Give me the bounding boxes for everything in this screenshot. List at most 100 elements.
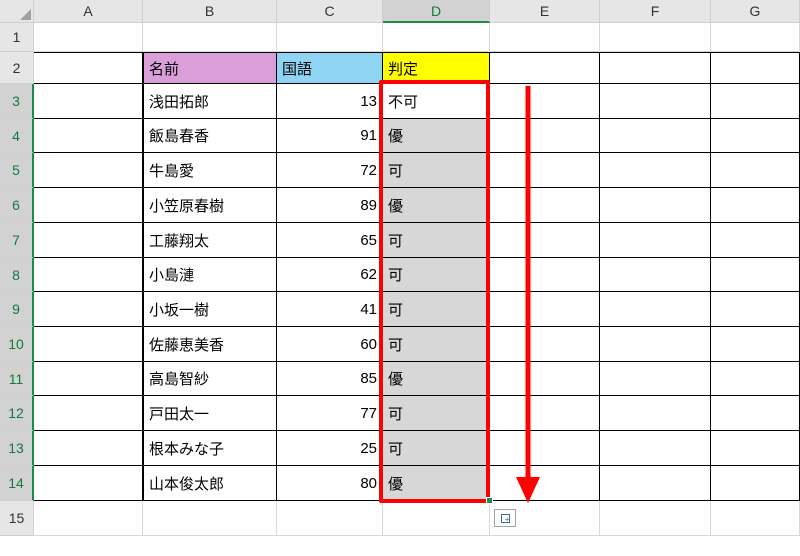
cell-E4[interactable] [490,119,600,153]
cell-B14[interactable]: 山本俊太郎 [143,466,277,501]
cell-A4[interactable] [34,119,143,153]
cell-F5[interactable] [600,153,711,188]
cell-C8[interactable]: 62 [277,258,383,292]
cell-D4[interactable]: 優 [383,119,490,153]
cell-F10[interactable] [600,327,711,362]
cell-D10[interactable]: 可 [383,327,490,362]
spreadsheet[interactable]: A B C D E F G 123456789101112131415 名前国語… [0,0,800,556]
fill-handle[interactable] [486,497,493,504]
grid-area[interactable]: 名前国語判定浅田拓郎13不可飯島春香91優牛島愛72可小笠原春樹89優工藤翔太6… [34,23,800,536]
cell-E12[interactable] [490,396,600,431]
cell-B10[interactable]: 佐藤恵美香 [143,327,277,362]
cell-A8[interactable] [34,258,143,292]
row-header-8[interactable]: 8 [0,258,34,292]
cell-G5[interactable] [711,153,800,188]
cell-E7[interactable] [490,223,600,258]
cell-A13[interactable] [34,431,143,466]
cell-D13[interactable]: 可 [383,431,490,466]
row-header-13[interactable]: 13 [0,431,34,466]
cell-D7[interactable]: 可 [383,223,490,258]
cell-F8[interactable] [600,258,711,292]
cell-A2[interactable] [34,52,143,84]
cell-E14[interactable] [490,466,600,501]
cell-D9[interactable]: 可 [383,292,490,327]
cell-C7[interactable]: 65 [277,223,383,258]
cell-C11[interactable]: 85 [277,362,383,396]
cell-B2[interactable]: 名前 [143,52,277,84]
select-all-corner[interactable] [0,0,34,23]
cell-D11[interactable]: 優 [383,362,490,396]
cell-C12[interactable]: 77 [277,396,383,431]
cell-A5[interactable] [34,153,143,188]
cell-D6[interactable]: 優 [383,188,490,223]
cell-A15[interactable] [34,501,143,536]
cell-G10[interactable] [711,327,800,362]
cell-C6[interactable]: 89 [277,188,383,223]
autofill-options-button[interactable]: + [494,509,516,527]
cell-E9[interactable] [490,292,600,327]
cell-A14[interactable] [34,466,143,501]
cell-G8[interactable] [711,258,800,292]
cell-G13[interactable] [711,431,800,466]
cell-G11[interactable] [711,362,800,396]
cell-C2[interactable]: 国語 [277,52,383,84]
row-header-6[interactable]: 6 [0,188,34,223]
cell-F3[interactable] [600,84,711,119]
row-header-10[interactable]: 10 [0,327,34,362]
cell-F4[interactable] [600,119,711,153]
row-header-11[interactable]: 11 [0,362,34,396]
row-header-9[interactable]: 9 [0,292,34,327]
cell-E1[interactable] [490,23,600,52]
cell-F9[interactable] [600,292,711,327]
cell-D1[interactable] [383,23,490,52]
cell-A12[interactable] [34,396,143,431]
row-header-2[interactable]: 2 [0,52,34,84]
cell-B6[interactable]: 小笠原春樹 [143,188,277,223]
cell-C15[interactable] [277,501,383,536]
col-header-D[interactable]: D [383,0,490,23]
cell-A1[interactable] [34,23,143,52]
col-header-B[interactable]: B [143,0,277,23]
cell-A10[interactable] [34,327,143,362]
cell-G9[interactable] [711,292,800,327]
row-header-12[interactable]: 12 [0,396,34,431]
cell-A9[interactable] [34,292,143,327]
cell-B9[interactable]: 小坂一樹 [143,292,277,327]
cell-A6[interactable] [34,188,143,223]
col-header-E[interactable]: E [490,0,600,23]
cell-G12[interactable] [711,396,800,431]
col-header-F[interactable]: F [600,0,711,23]
cell-G4[interactable] [711,119,800,153]
col-header-G[interactable]: G [711,0,800,23]
row-header-5[interactable]: 5 [0,153,34,188]
cell-D8[interactable]: 可 [383,258,490,292]
cell-B11[interactable]: 高島智紗 [143,362,277,396]
cell-F1[interactable] [600,23,711,52]
cell-B13[interactable]: 根本みな子 [143,431,277,466]
row-header-7[interactable]: 7 [0,223,34,258]
cell-B8[interactable]: 小島漣 [143,258,277,292]
cell-F12[interactable] [600,396,711,431]
cell-E13[interactable] [490,431,600,466]
cell-E5[interactable] [490,153,600,188]
cell-B1[interactable] [143,23,277,52]
cell-A7[interactable] [34,223,143,258]
cell-D3[interactable]: 不可 [383,84,490,119]
cell-C14[interactable]: 80 [277,466,383,501]
cell-B15[interactable] [143,501,277,536]
cell-E10[interactable] [490,327,600,362]
cell-D15[interactable] [383,501,490,536]
cell-F13[interactable] [600,431,711,466]
cell-E2[interactable] [490,52,600,84]
cell-B7[interactable]: 工藤翔太 [143,223,277,258]
col-header-C[interactable]: C [277,0,383,23]
cell-G1[interactable] [711,23,800,52]
col-header-A[interactable]: A [34,0,143,23]
cell-B12[interactable]: 戸田太一 [143,396,277,431]
cell-G14[interactable] [711,466,800,501]
cell-A11[interactable] [34,362,143,396]
cell-G7[interactable] [711,223,800,258]
cell-D2[interactable]: 判定 [383,52,490,84]
cell-C3[interactable]: 13 [277,84,383,119]
cell-D5[interactable]: 可 [383,153,490,188]
